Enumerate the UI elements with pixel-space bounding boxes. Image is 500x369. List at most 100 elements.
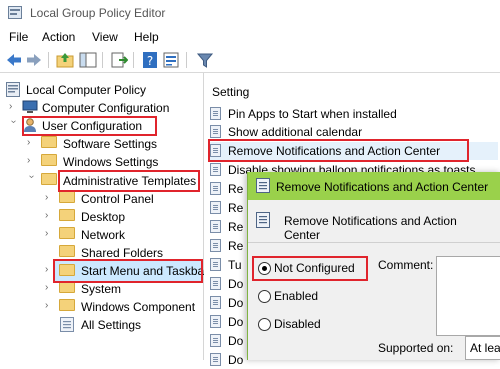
folder-icon	[41, 154, 57, 168]
chevron-right-icon[interactable]: ›	[27, 155, 37, 167]
dialog-title: Remove Notifications and Action Center	[276, 180, 489, 194]
radio-label: Enabled	[274, 289, 319, 303]
tree-label: All Settings	[81, 318, 142, 332]
tree-label: Computer Configuration	[42, 101, 170, 115]
radio-circle[interactable]	[258, 318, 271, 331]
chevron-down-icon[interactable]: ›	[25, 175, 37, 185]
dialog-title-bar: Remove Notifications and Action Center	[248, 172, 500, 200]
tree-label: Software Settings	[63, 137, 158, 151]
menu-bar: File Action View Help	[0, 26, 500, 46]
policy-setting-icon	[210, 107, 221, 120]
tree-label: Shared Folders	[81, 246, 164, 260]
toolbar-separator	[102, 52, 103, 68]
tree-node-windows-settings[interactable]: › Windows Settings	[0, 153, 200, 171]
dialog-setting-name: Remove Notifications and Action Center	[284, 214, 457, 242]
back-arrow-icon[interactable]	[5, 51, 23, 69]
folder-icon	[41, 136, 57, 150]
tree-node-computer-configuration[interactable]: › Computer Configuration	[0, 99, 200, 117]
policy-tree-pane: Local Computer Policy › Computer Configu…	[0, 73, 204, 360]
window-title: Local Group Policy Editor	[30, 6, 166, 20]
chevron-right-icon[interactable]: ›	[45, 210, 55, 222]
tree-label: System	[81, 282, 122, 296]
policy-setting-icon	[210, 277, 221, 290]
policy-setting-icon	[210, 334, 221, 347]
dialog-header: Remove Notifications and Action Center	[256, 212, 496, 242]
policy-setting-icon	[210, 201, 221, 214]
supported-on-label: Supported on:	[378, 341, 454, 355]
highlight-box-user-configuration	[22, 116, 157, 136]
tree-label: Desktop	[81, 210, 126, 224]
policy-setting-icon	[210, 296, 221, 309]
menu-view[interactable]: View	[92, 30, 118, 44]
group-policy-app-icon	[8, 6, 22, 19]
up-folder-icon[interactable]	[56, 51, 74, 69]
tree-node-local-computer-policy[interactable]: Local Computer Policy	[0, 81, 200, 99]
export-list-icon[interactable]	[110, 51, 129, 69]
highlight-box-remove-notifications	[208, 139, 469, 162]
setting-column-header[interactable]: Setting	[212, 85, 249, 99]
policy-setting-icon	[210, 125, 221, 138]
chevron-right-icon[interactable]: ›	[45, 300, 55, 312]
chevron-right-icon[interactable]: ›	[45, 282, 55, 294]
help-icon[interactable]: ?	[141, 51, 159, 69]
highlight-box-administrative-templates	[58, 170, 200, 192]
chevron-right-icon[interactable]: ›	[27, 137, 37, 149]
tree-node-control-panel[interactable]: › Control Panel	[0, 190, 200, 208]
menu-action[interactable]: Action	[42, 30, 75, 44]
chevron-right-icon[interactable]: ›	[45, 228, 55, 240]
policy-setting-icon	[210, 239, 221, 252]
comment-textarea[interactable]	[436, 256, 500, 336]
chevron-down-icon[interactable]: ›	[7, 120, 19, 130]
policy-setting-icon	[210, 182, 221, 195]
highlight-box-start-menu	[53, 259, 203, 283]
toolbar-separator	[186, 52, 187, 68]
toolbar-separator	[48, 52, 49, 68]
radio-disabled[interactable]: Disabled	[258, 317, 408, 333]
tree-label: Network	[81, 228, 126, 242]
folder-icon	[59, 227, 75, 241]
tree-node-windows-components[interactable]: › Windows Component	[0, 298, 200, 316]
policy-setting-icon	[210, 258, 221, 271]
folder-icon	[59, 281, 75, 295]
folder-icon	[59, 191, 75, 205]
policy-setting-icon	[256, 212, 270, 228]
svg-text:?: ?	[147, 54, 153, 68]
setting-row[interactable]: Pin Apps to Start when installed	[210, 105, 498, 123]
tree-node-software-settings[interactable]: › Software Settings	[0, 135, 200, 153]
toolbar: ?	[0, 48, 500, 73]
tree-node-network[interactable]: › Network	[0, 226, 200, 244]
policy-setting-dialog: Remove Notifications and Action Center R…	[247, 172, 500, 360]
policy-setting-icon	[210, 163, 221, 176]
folder-icon	[59, 209, 75, 223]
settings-list-icon	[60, 317, 76, 332]
policy-setting-icon	[210, 220, 221, 233]
tree-label: Windows Component	[81, 300, 196, 314]
supported-on-field[interactable]: At least Windows 10	[465, 336, 500, 360]
comment-label: Comment:	[378, 258, 434, 272]
tree-node-desktop[interactable]: › Desktop	[0, 208, 200, 226]
show-hide-tree-icon[interactable]	[79, 51, 97, 69]
title-bar: Local Group Policy Editor	[0, 0, 500, 26]
filter-icon[interactable]	[196, 51, 214, 69]
folder-icon	[59, 299, 75, 313]
folder-icon	[41, 173, 57, 187]
divider	[248, 242, 500, 243]
forward-arrow-icon[interactable]	[25, 51, 43, 69]
radio-enabled[interactable]: Enabled	[258, 289, 408, 305]
radio-circle[interactable]	[258, 290, 271, 303]
policy-document-icon	[6, 82, 22, 97]
tree-label: Control Panel	[81, 192, 154, 206]
policy-setting-icon	[210, 315, 221, 328]
highlight-box-not-configured	[252, 256, 368, 281]
folder-icon	[59, 245, 75, 259]
computer-icon	[22, 100, 38, 114]
tree-node-all-settings[interactable]: All Settings	[0, 316, 200, 334]
chevron-right-icon[interactable]: ›	[9, 101, 19, 113]
radio-label: Disabled	[274, 317, 321, 331]
tree-label: Local Computer Policy	[26, 83, 147, 97]
properties-icon[interactable]	[162, 51, 180, 69]
menu-help[interactable]: Help	[134, 30, 159, 44]
menu-file[interactable]: File	[9, 30, 28, 44]
chevron-right-icon[interactable]: ›	[45, 192, 55, 204]
policy-setting-icon	[256, 178, 270, 193]
